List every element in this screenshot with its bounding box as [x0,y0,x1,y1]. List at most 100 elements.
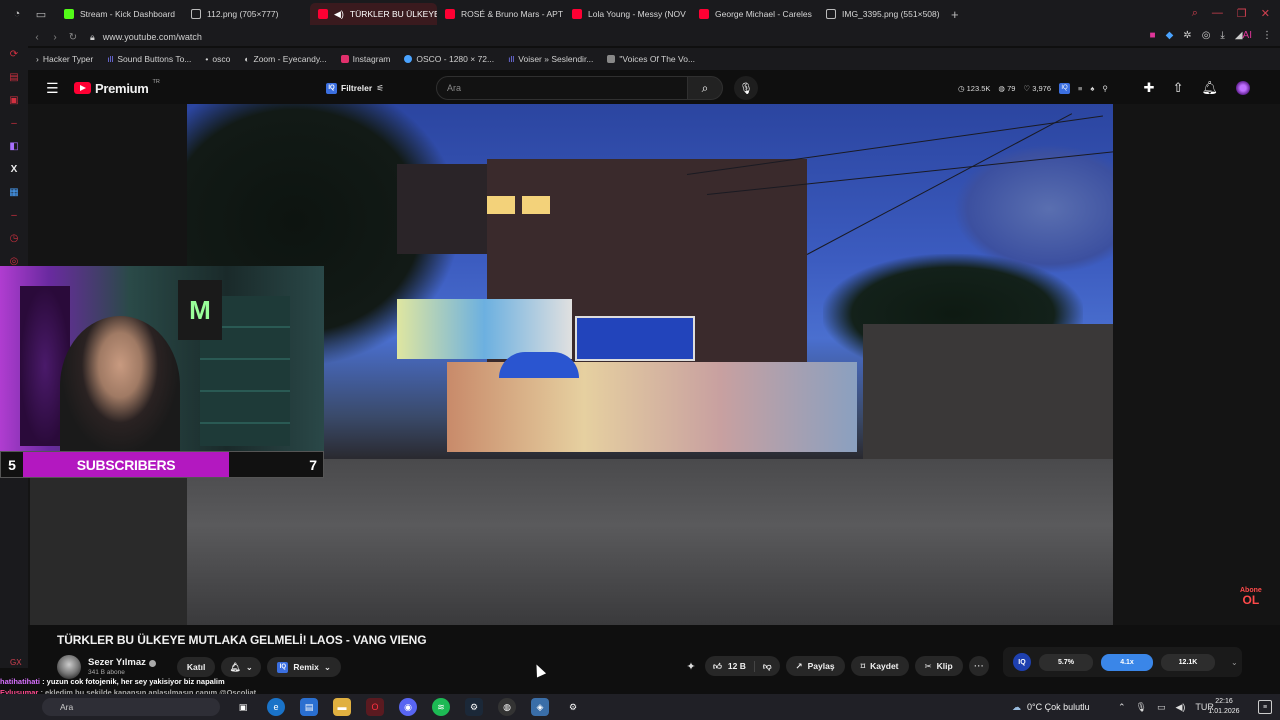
taskbar-search-input[interactable]: Ara [42,698,220,716]
like-button[interactable]: 👍︎ 12 B [705,660,755,672]
reload-icon[interactable]: ↻ [64,32,82,43]
settings-gear-icon[interactable]: ⚙ [564,698,582,716]
chat-icon[interactable]: ▤ [8,71,20,83]
back-icon[interactable]: ‹ [28,32,46,43]
voice-search-button[interactable]: 🎙︎ [734,76,758,100]
notifications-bell-icon[interactable]: 🔔︎ [1201,80,1218,96]
speaker-icon[interactable]: ◀) [334,9,344,19]
tab-overview-icon[interactable]: ▭ [34,7,48,21]
tab-youtube-active[interactable]: ◀) TÜRKLER BU ÜLKEYE [310,3,437,25]
gx-menu-icon[interactable]: ◔ [10,7,24,21]
join-button[interactable]: Katıl [176,657,216,677]
notifications-icon[interactable]: ≡ [1258,700,1272,714]
search-button[interactable]: ⌕ [687,76,723,100]
channel-subscriber-count: 341 B abone [88,668,125,676]
logo-text: Premium [95,80,149,96]
x-twitter-icon[interactable]: X [8,163,20,175]
obs-icon[interactable]: ◍ [498,698,516,716]
microphone-icon[interactable]: 🎙︎ [1136,702,1147,713]
video-player[interactable] [187,104,1113,625]
tab-image-3395[interactable]: IMG_3395.png (551×508) [818,3,945,25]
taskbar-clock[interactable]: 22:16 1.01.2026 [1204,697,1244,717]
iq-stat-engagement: 5.7% [1039,653,1093,671]
bookmark-label: Sound Buttons To... [117,54,192,64]
new-tab-plus-icon[interactable]: + [951,7,959,22]
tab-lola-young[interactable]: Lola Young - Messy (NOV [564,3,691,25]
network-icon[interactable]: ▭ [1157,702,1166,713]
link-icon[interactable]: ⚲ [1102,84,1108,93]
translate-icon[interactable]: ▦ [8,186,20,198]
clip-button[interactable]: ✂ Klip [914,656,963,676]
search-input[interactable]: Ara [436,76,688,100]
tab-kick-dashboard[interactable]: Stream - Kick Dashboard [56,3,183,25]
bookmark-instagram[interactable]: Instagram [340,54,390,64]
tab-image-112[interactable]: 112.png (705×777) [183,3,310,25]
spotify-icon[interactable]: ≋ [432,698,450,716]
steam-icon[interactable]: ⚙ [465,698,483,716]
tab-label: George Michael - Careles [715,9,812,19]
maximize-icon[interactable]: ❐ [1237,7,1247,20]
gx-corner-icon[interactable]: ⟳ [8,48,20,60]
dislike-button[interactable]: 👎︎ [755,661,780,672]
url-field[interactable]: 🔒︎ www.youtube.com/watch [90,32,202,43]
iq-badge[interactable]: IQ [1013,653,1031,671]
youtube-logo[interactable]: Premium TR [74,79,160,96]
opera-gx-icon[interactable]: O [366,698,384,716]
bookmark-voices[interactable]: "Voices Of The Vo... [607,54,695,64]
tray-chevron-icon[interactable]: ⌃ [1118,702,1126,713]
menu-dots-icon[interactable]: ⋮ [1262,30,1272,41]
task-view-icon[interactable]: ▣ [234,698,252,716]
bookmark-sound-buttons[interactable]: ıll Sound Buttons To... [107,54,191,64]
chevron-down-icon[interactable]: ⌄ [1231,658,1238,667]
bookmark-zoom[interactable]: ◐ Zoom - Eyecandy... [244,54,326,64]
upload-icon[interactable]: ⇧ [1173,80,1184,96]
list-icon[interactable]: ≡ [1078,84,1082,93]
download-icon[interactable]: ⤓ [1220,30,1224,41]
volume-icon[interactable]: ◀) [1176,702,1186,713]
weather-widget[interactable]: ☁ 0°C Çok bulutlu [1012,702,1090,713]
edge-icon[interactable]: e [267,698,285,716]
bookmark-osco-image[interactable]: OSCO - 1280 × 72... [404,54,494,64]
history-icon[interactable]: ◷ [8,232,20,244]
subs-label: SUBSCRIBERS [23,452,229,477]
close-icon[interactable]: ✕ [1261,7,1270,20]
bookmark-hacker-typer[interactable]: › Hacker Typer [36,54,93,64]
store-icon[interactable]: ▤ [300,698,318,716]
ai-button[interactable]: ◢AI [1235,30,1252,41]
subscription-bell-button[interactable]: 🔔︎ ⌄ [221,657,262,677]
messenger-icon[interactable]: ▣ [8,94,20,106]
verified-icon [148,659,156,667]
extension-pink-icon[interactable]: ■ [1150,30,1156,41]
monster-energy-logo: M [178,280,222,340]
likes-stat: ♡ 3,976 [1023,83,1051,93]
tab-george-michael[interactable]: George Michael - Careles [691,3,818,25]
discord-icon[interactable]: ◉ [399,698,417,716]
channel-name[interactable]: Sezer Yılmaz [88,657,156,668]
tab-rose-bruno-mars[interactable]: ROSÉ & Bruno Mars - APT [437,3,564,25]
tab-label: Lola Young - Messy (NOV [588,9,686,19]
file-explorer-icon[interactable]: ▬ [333,698,351,716]
snapshot-icon[interactable]: ◎ [1202,30,1211,41]
account-avatar[interactable] [1236,81,1250,95]
bookmark-osco[interactable]: • osco [205,54,230,64]
subscribe-watermark[interactable]: Abone OL [1240,587,1262,606]
remix-button[interactable]: IQ Remix ⌄ [267,657,341,677]
forward-icon[interactable]: › [46,32,64,43]
extension-blue-icon[interactable]: ◆ [1166,30,1174,41]
iq-extension-icon[interactable]: IQ [1059,82,1070,94]
twitch-icon[interactable]: ◧ [8,140,20,152]
save-button[interactable]: ⌑ Kaydet [850,656,909,676]
create-icon[interactable]: ✚ [1144,80,1155,96]
tab-label: 112.png (705×777) [207,9,279,19]
search-tabs-icon[interactable]: ⌕ [1192,7,1198,20]
app-icon[interactable]: ◈ [531,698,549,716]
extensions-puzzle-icon[interactable]: ✲ [1183,30,1191,41]
minimize-icon[interactable]: — [1212,7,1223,20]
ghost-icon[interactable]: ♠ [1090,84,1094,93]
share-button[interactable]: ↗ Paylaş [785,656,845,676]
hype-icon[interactable]: ✦ [683,660,699,673]
filters-button[interactable]: IQ Filtreler ⚟ [326,82,384,94]
more-actions-button[interactable]: ⋯ [968,656,989,676]
bookmark-voiser[interactable]: ıll Voiser » Seslendir... [508,54,593,64]
hamburger-menu-icon[interactable]: ☰ [46,80,66,97]
